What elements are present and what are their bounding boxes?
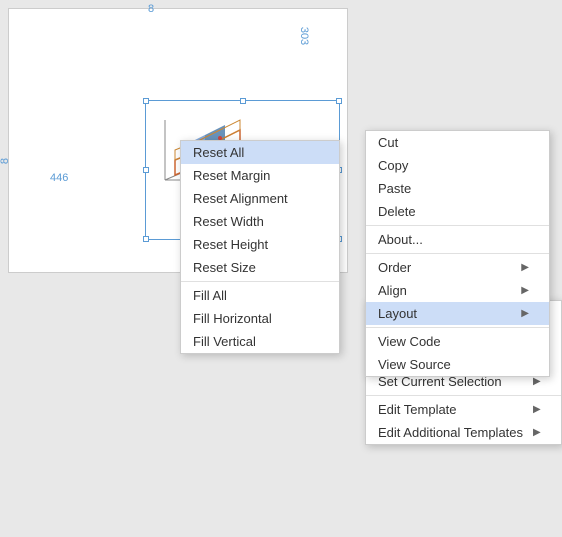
menu-order[interactable]: Order ▶ — [366, 256, 549, 279]
layout-submenu-panel: Reset All Reset Margin Reset Alignment R… — [180, 140, 340, 354]
layout-reset-width[interactable]: Reset Width — [181, 210, 339, 233]
separator-3 — [366, 327, 549, 328]
order-arrow: ▶ — [521, 262, 529, 273]
layout-arrow: ▶ — [521, 308, 529, 319]
dimension-top: 8 — [148, 3, 154, 15]
menu-layout[interactable]: Layout ▶ — [366, 302, 549, 325]
edit-additional-arrow: ▶ — [533, 427, 541, 438]
handle-top-mid[interactable] — [240, 98, 246, 104]
separator-2 — [366, 253, 549, 254]
menu-cut[interactable]: Cut — [366, 131, 549, 154]
menu-delete[interactable]: Delete — [366, 200, 549, 223]
layout-sep — [181, 281, 339, 282]
handle-top-right[interactable] — [336, 98, 342, 104]
context-menu: Cut Copy Paste Delete About... Order ▶ A… — [365, 130, 550, 377]
layout-submenu: Reset All Reset Margin Reset Alignment R… — [180, 140, 340, 354]
edit-template-arrow: ▶ — [533, 404, 541, 415]
menu-about[interactable]: About... — [366, 228, 549, 251]
menu-paste[interactable]: Paste — [366, 177, 549, 200]
canvas-area: 8 8 446 303 Cut Copy — [0, 0, 562, 537]
layout-reset-margin[interactable]: Reset Margin — [181, 164, 339, 187]
dimension-left: 8 — [0, 158, 11, 164]
handle-mid-left[interactable] — [143, 167, 149, 173]
layout-reset-all[interactable]: Reset All — [181, 141, 339, 164]
menu-align[interactable]: Align ▶ — [366, 279, 549, 302]
align-arrow: ▶ — [521, 285, 529, 296]
layout-reset-size[interactable]: Reset Size — [181, 256, 339, 279]
layout-reset-height[interactable]: Reset Height — [181, 233, 339, 256]
menu-copy[interactable]: Copy — [366, 154, 549, 177]
handle-bottom-left[interactable] — [143, 236, 149, 242]
layout-fill-vertical[interactable]: Fill Vertical — [181, 330, 339, 353]
template-sep — [366, 395, 561, 396]
dimension-width: 446 — [50, 172, 68, 184]
menu-viewsource[interactable]: View Source — [366, 353, 549, 376]
handle-top-left[interactable] — [143, 98, 149, 104]
menu-edit-template[interactable]: Edit Template ▶ — [366, 398, 561, 421]
layout-fill-horizontal[interactable]: Fill Horizontal — [181, 307, 339, 330]
layout-reset-alignment[interactable]: Reset Alignment — [181, 187, 339, 210]
dimension-height: 303 — [298, 27, 310, 45]
layout-fill-all[interactable]: Fill All — [181, 284, 339, 307]
menu-edit-additional[interactable]: Edit Additional Templates ▶ — [366, 421, 561, 444]
set-current-arrow: ▶ — [533, 376, 541, 387]
separator-1 — [366, 225, 549, 226]
menu-viewcode[interactable]: View Code — [366, 330, 549, 353]
